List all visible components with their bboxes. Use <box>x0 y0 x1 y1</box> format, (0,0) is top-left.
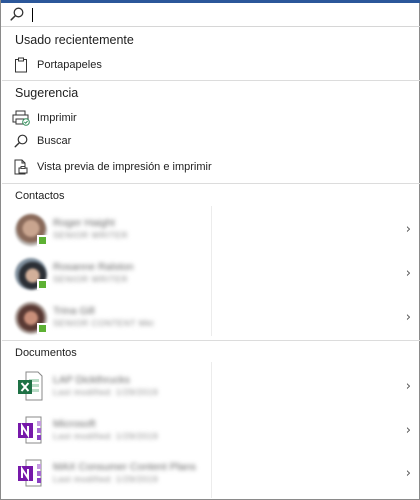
suggestion-item-print-preview[interactable]: Vista previa de impresión e imprimir <box>11 156 411 178</box>
onenote-file-icon <box>18 459 42 487</box>
suggestion-header: Sugerencia <box>15 86 79 100</box>
contact-name: Trina Gill <box>53 305 95 317</box>
document-name: Microsoft <box>53 418 96 430</box>
search-icon <box>10 7 24 21</box>
document-name: LAP Dickthrucks <box>53 374 130 386</box>
suggestion-item-search[interactable]: Buscar <box>11 130 411 152</box>
chevron-right-icon[interactable]: › <box>406 266 411 281</box>
chevron-right-icon[interactable]: › <box>406 466 411 481</box>
document-row[interactable]: Microsoft Last modified: 1/29/2019 › <box>9 409 419 453</box>
contact-name: Rosanne Ralston <box>53 261 134 273</box>
chevron-right-icon[interactable]: › <box>406 222 411 237</box>
excel-file-icon <box>18 371 43 401</box>
document-row[interactable]: MAX Consumer Content Plans Last modified… <box>9 452 419 496</box>
contacts-header: Contactos <box>15 190 65 202</box>
document-modified: Last modified: 1/29/2019 <box>53 474 159 484</box>
chevron-right-icon[interactable]: › <box>406 379 411 394</box>
chevron-right-icon[interactable]: › <box>406 423 411 438</box>
printer-icon <box>11 109 31 127</box>
chevron-right-icon[interactable]: › <box>406 310 411 325</box>
presence-indicator <box>37 279 48 290</box>
suggestion-item-label: Vista previa de impresión e imprimir <box>37 161 212 173</box>
text-caret <box>32 8 33 22</box>
section-divider <box>2 183 420 184</box>
search-dropdown-panel: Usado recientemente Portapapeles Sugeren… <box>0 0 420 500</box>
contact-title: SENIOR CONTENT Mkt <box>53 318 154 328</box>
document-modified: Last modified: 1/29/2019 <box>53 431 159 441</box>
contact-title: SENIOR WRITER <box>53 274 128 284</box>
documents-header: Documentos <box>15 347 77 359</box>
contact-row[interactable]: Roger Haight SENIOR WRITER › <box>9 208 419 252</box>
section-divider <box>2 340 420 341</box>
presence-indicator <box>37 323 48 334</box>
clipboard-icon <box>11 56 31 74</box>
document-modified: Last modified: 1/29/2019 <box>53 387 159 397</box>
search-input[interactable] <box>29 5 409 24</box>
presence-indicator <box>37 235 48 246</box>
suggestion-item-label: Imprimir <box>37 112 77 124</box>
document-name: MAX Consumer Content Plans <box>53 461 196 473</box>
contact-row[interactable]: Rosanne Ralston SENIOR WRITER › <box>9 252 419 296</box>
search-icon <box>11 132 31 150</box>
recent-item-clipboard[interactable]: Portapapeles <box>11 54 411 76</box>
contact-title: SENIOR WRITER <box>53 230 128 240</box>
print-preview-icon <box>11 158 31 176</box>
suggestion-item-label: Buscar <box>37 135 72 147</box>
section-divider <box>2 80 420 81</box>
contact-row[interactable]: Trina Gill SENIOR CONTENT Mkt › <box>9 296 419 340</box>
document-row[interactable]: LAP Dickthrucks Last modified: 1/29/2019… <box>9 365 419 409</box>
recent-item-label: Portapapeles <box>37 59 102 71</box>
contact-name: Roger Haight <box>53 217 115 229</box>
recent-header: Usado recientemente <box>15 33 134 47</box>
search-box[interactable] <box>1 3 420 27</box>
suggestion-item-print[interactable]: Imprimir <box>11 107 411 129</box>
onenote-file-icon <box>18 416 42 444</box>
